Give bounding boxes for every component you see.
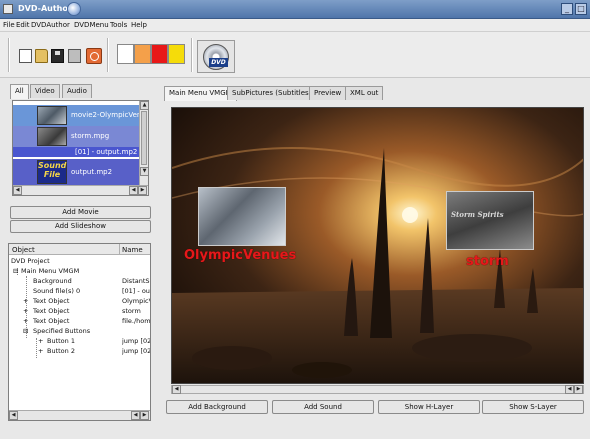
scroll-right-icon[interactable]: ▶	[140, 411, 149, 420]
tree-row[interactable]: ⊟ Main Menu VMGM	[9, 266, 150, 276]
menu-caption-olympic-venues[interactable]: OlympicVenues	[184, 248, 296, 263]
storm-thumbnail-title: Storm Spirits	[451, 210, 504, 219]
power-icon[interactable]	[86, 48, 102, 64]
tab-video[interactable]: Video	[30, 84, 60, 98]
tree-row[interactable]: ⊟ Specified Buttons	[9, 326, 150, 336]
tab-all[interactable]: All	[10, 84, 29, 99]
minimize-button[interactable]: _	[561, 3, 573, 15]
storm-thumbnail[interactable]: Storm Spirits	[446, 191, 534, 250]
add-slideshow-button[interactable]: Add Slideshow	[10, 220, 151, 233]
file-list-vertical-scrollbar[interactable]: ▲ ▼	[139, 101, 148, 187]
save-icon[interactable]	[51, 49, 64, 63]
scroll-left-icon[interactable]: ◀	[13, 186, 22, 195]
toolbar: DVD	[0, 32, 590, 78]
expand-icon[interactable]: +	[38, 347, 43, 355]
expand-icon[interactable]: +	[23, 307, 28, 315]
toolbar-separator	[107, 38, 109, 72]
tree-row[interactable]: Sound file(s) 0 [01] - out	[9, 286, 150, 296]
sound-file-thumbnail: Sound File	[37, 160, 67, 184]
file-name: [01] - output.mp2	[75, 148, 138, 156]
column-divider	[119, 244, 120, 255]
toolbar-separator	[191, 38, 193, 72]
file-name: storm.mpg	[71, 132, 110, 140]
menu-bar: File Edit DVDAuthor DVDMenu Tools Help	[0, 19, 590, 32]
tree-row[interactable]: + Text Object storm	[9, 306, 150, 316]
expand-icon[interactable]: +	[23, 297, 28, 305]
column-header-object[interactable]: Object	[12, 246, 35, 254]
tree-row[interactable]: Background DistantSh	[9, 276, 150, 286]
file-name: movie2-OlympicVenues.mpg	[71, 111, 148, 119]
show-h-layer-button[interactable]: Show H-Layer	[378, 400, 480, 414]
color-swatch-orange[interactable]	[134, 44, 151, 64]
dvd-author-button[interactable]: DVD	[197, 40, 235, 73]
menu-tools[interactable]: Tools	[110, 21, 127, 29]
expand-icon[interactable]: +	[38, 337, 43, 345]
scroll-right-icon[interactable]: ▶	[138, 186, 147, 195]
video-thumbnail	[37, 127, 67, 146]
list-item[interactable]: movie2-OlympicVenues.mpg	[13, 105, 148, 126]
column-header-name[interactable]: Name	[122, 246, 143, 254]
list-item[interactable]: Sound File output.mp2	[13, 159, 140, 185]
video-thumbnail	[37, 106, 67, 125]
tree-horizontal-scrollbar[interactable]: ◀ ◀ ▶	[9, 410, 150, 420]
list-item[interactable]: storm.mpg	[13, 126, 140, 147]
source-file-list: movie2-OlympicVenues.mpg storm.mpg [01] …	[12, 100, 149, 196]
title-orb-icon	[67, 2, 81, 16]
scroll-down-icon[interactable]: ▼	[140, 167, 148, 176]
toolbar-separator	[8, 38, 10, 72]
tree-row[interactable]: + Button 2 jump [02	[9, 346, 150, 356]
tree-header: Object Name	[9, 244, 150, 255]
menu-dvdauthor[interactable]: DVDAuthor	[31, 21, 70, 29]
tree-row[interactable]: + Button 1 jump [02	[9, 336, 150, 346]
menu-file[interactable]: File	[3, 21, 15, 29]
add-sound-button[interactable]: Add Sound	[272, 400, 374, 414]
tree-row[interactable]: DVD Project	[9, 256, 150, 266]
menu-help[interactable]: Help	[131, 21, 147, 29]
file-name: output.mp2	[71, 168, 113, 176]
app-icon	[3, 4, 13, 14]
title-bar: DVD-Author _ □	[0, 0, 590, 19]
color-swatch-yellow[interactable]	[168, 44, 185, 64]
add-background-button[interactable]: Add Background	[166, 400, 268, 414]
tree-row[interactable]: + Text Object file./hom	[9, 316, 150, 326]
expand-icon[interactable]: +	[23, 317, 28, 325]
collapse-icon[interactable]: ⊟	[13, 267, 18, 275]
scroll-right-icon[interactable]: ▶	[574, 385, 583, 394]
color-swatch-white[interactable]	[117, 44, 134, 64]
list-item[interactable]: [01] - output.mp2	[13, 147, 140, 157]
scroll-left-icon[interactable]: ◀	[9, 411, 18, 420]
dvd-label: DVD	[209, 58, 228, 67]
source-tabs: All Video Audio	[10, 84, 151, 99]
scroll-left-icon[interactable]: ◀	[565, 385, 574, 394]
scroll-left-icon[interactable]: ◀	[172, 385, 181, 394]
menu-caption-storm[interactable]: storm	[466, 254, 509, 269]
scroll-up-icon[interactable]: ▲	[140, 101, 148, 110]
tree-row[interactable]: + Text Object OlympicV	[9, 296, 150, 306]
tab-subpictures[interactable]: SubPictures (Subtitles)	[227, 86, 317, 100]
tab-xml-out[interactable]: XML out	[345, 86, 384, 100]
tab-main-menu-vmgm[interactable]: Main Menu VMGM	[164, 86, 237, 101]
olympic-venues-thumbnail[interactable]	[198, 187, 286, 246]
preview-horizontal-scrollbar[interactable]: ◀ ◀ ▶	[171, 385, 584, 394]
color-swatch-red[interactable]	[151, 44, 168, 64]
collapse-icon[interactable]: ⊟	[23, 327, 28, 335]
tab-preview[interactable]: Preview	[309, 86, 347, 100]
scroll-left-icon[interactable]: ◀	[129, 186, 138, 195]
menu-edit[interactable]: Edit	[16, 21, 30, 29]
scroll-left-icon[interactable]: ◀	[131, 411, 140, 420]
new-file-icon[interactable]	[19, 49, 32, 63]
tab-audio[interactable]: Audio	[62, 84, 92, 98]
print-icon[interactable]	[68, 49, 81, 63]
menu-dvdmenu[interactable]: DVDMenu	[74, 21, 109, 29]
window-title: DVD-Author	[18, 4, 72, 13]
open-folder-icon[interactable]	[35, 49, 48, 63]
add-movie-button[interactable]: Add Movie	[10, 206, 151, 219]
maximize-button[interactable]: □	[575, 3, 587, 15]
scroll-thumb[interactable]	[141, 111, 147, 165]
show-s-layer-button[interactable]: Show S-Layer	[482, 400, 584, 414]
file-list-horizontal-scrollbar[interactable]: ◀ ◀ ▶	[13, 185, 148, 195]
menu-preview-canvas[interactable]: OlympicVenues Storm Spirits storm	[171, 107, 584, 384]
object-tree: Object Name DVD Project ⊟ Main Menu VMGM…	[8, 243, 151, 421]
main-tabs: Main Menu VMGM SubPictures (Subtitles) P…	[164, 86, 424, 101]
